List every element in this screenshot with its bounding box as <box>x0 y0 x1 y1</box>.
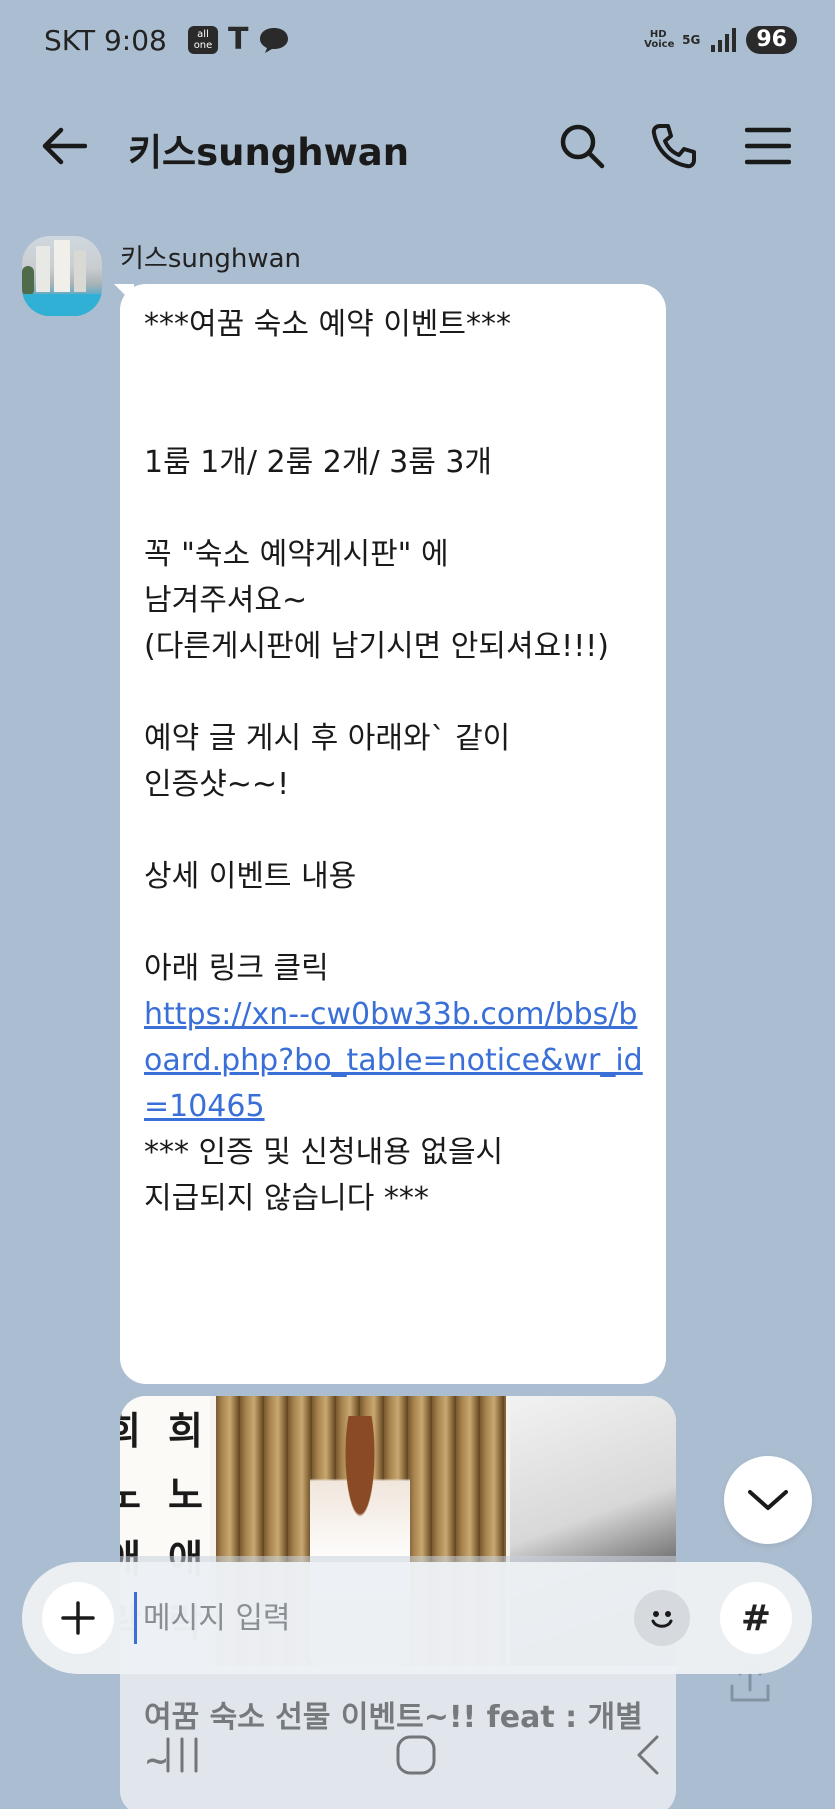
message-input[interactable] <box>134 1592 634 1644</box>
emoji-icon <box>651 1611 673 1628</box>
recent-apps-button[interactable] <box>152 1730 212 1780</box>
t-app-icon: T <box>228 22 249 57</box>
message-bubble[interactable]: ***여꿈 숙소 예약 이벤트*** 1룸 1개/ 2룸 2개/ 3룸 3개 꼭… <box>120 284 666 1384</box>
chat-title: 키스sunghwan <box>128 131 410 174</box>
message-footer: *** 인증 및 신청내용 없을시 지급되지 않습니다 *** <box>144 1135 504 1216</box>
system-indicators: HD Voice 5G 96 <box>644 26 797 54</box>
all-one-app-icon: all one <box>188 26 218 54</box>
hd-voice-icon: HD Voice <box>644 29 675 50</box>
system-nav-bar <box>0 1700 835 1809</box>
carrier-time: SKT 9:08 <box>44 24 167 57</box>
arrow-left-icon <box>42 127 87 165</box>
event-link[interactable]: https://xn--cw0bw33b.com/bbs/board.php?b… <box>144 997 643 1124</box>
battery-indicator: 96 <box>746 26 797 54</box>
chat-header: 키스sunghwan <box>0 100 835 190</box>
phone-icon <box>651 124 696 169</box>
nav-back-button[interactable] <box>618 1730 678 1780</box>
calligraphy-char: 희 <box>120 1408 141 1453</box>
attach-button[interactable] <box>42 1582 114 1654</box>
chevron-left-icon <box>637 1735 659 1775</box>
chat-bubble-icon <box>260 28 289 53</box>
recent-apps-icon <box>166 1737 198 1773</box>
message-body: ***여꿈 숙소 예약 이벤트*** 1룸 1개/ 2룸 2개/ 3룸 3개 꼭… <box>144 307 609 986</box>
5g-icon: 5G <box>682 33 701 47</box>
notification-icons: all one T <box>188 22 290 57</box>
hashtag-button[interactable]: # <box>720 1582 792 1654</box>
hamburger-menu-icon <box>745 127 791 165</box>
home-icon <box>396 1735 436 1775</box>
message-text: ***여꿈 숙소 예약 이벤트*** 1룸 1개/ 2룸 2개/ 3룸 3개 꼭… <box>144 302 654 1222</box>
home-button[interactable] <box>386 1730 446 1780</box>
search-icon <box>560 124 605 169</box>
emoji-button[interactable] <box>634 1590 690 1646</box>
status-bar: SKT 9:08 all one T HD Voice 5G 96 <box>0 0 835 86</box>
calligraphy-char: 노 <box>168 1472 203 1517</box>
call-button[interactable] <box>648 120 700 172</box>
sender-avatar[interactable] <box>22 236 102 316</box>
message-input-bar: # <box>22 1562 812 1674</box>
menu-button[interactable] <box>742 120 794 172</box>
signal-icon <box>711 28 737 52</box>
scroll-to-bottom-button[interactable] <box>724 1456 812 1544</box>
search-button[interactable] <box>556 120 608 172</box>
back-button[interactable] <box>38 120 90 172</box>
calligraphy-char: 노 <box>120 1472 141 1517</box>
calligraphy-char: 희 <box>168 1408 203 1453</box>
sender-name: 키스sunghwan <box>120 244 302 274</box>
plus-icon <box>61 1601 95 1635</box>
chevron-down-icon <box>748 1490 788 1510</box>
